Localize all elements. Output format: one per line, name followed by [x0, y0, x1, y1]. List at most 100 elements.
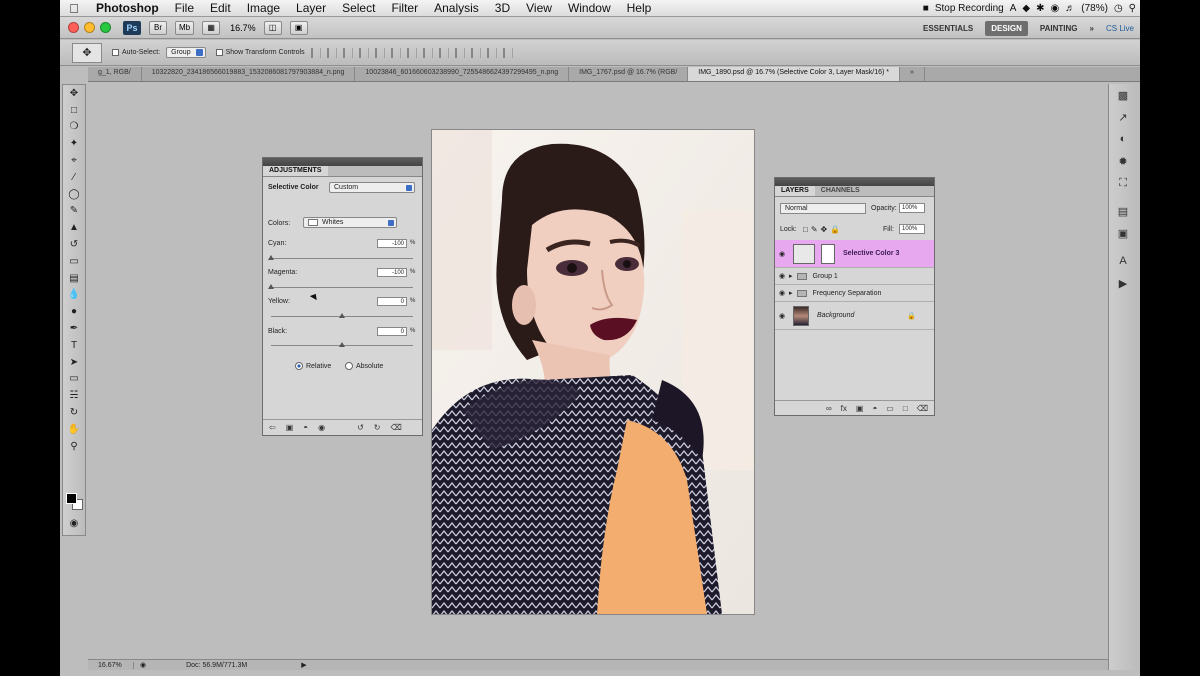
- menu-layer[interactable]: Layer: [288, 1, 334, 15]
- 3d-orbit-tool-icon[interactable]: ↻: [63, 404, 85, 421]
- align-bottom-icon[interactable]: [342, 47, 353, 58]
- bridge-button[interactable]: Br: [149, 20, 167, 35]
- menu-help[interactable]: Help: [619, 1, 660, 15]
- layer-row[interactable]: ◉ Selective Color 3: [775, 240, 934, 268]
- status-menu-icon[interactable]: ▶: [301, 661, 306, 669]
- move-tool-icon[interactable]: ✥: [63, 85, 85, 102]
- distribute-bottom-icon[interactable]: [438, 47, 449, 58]
- brush-tool-icon[interactable]: ✎: [63, 203, 85, 220]
- document-canvas[interactable]: [432, 130, 754, 614]
- blur-tool-icon[interactable]: 💧: [63, 287, 85, 304]
- menu-analysis[interactable]: Analysis: [426, 1, 487, 15]
- distribute-top-icon[interactable]: [406, 47, 417, 58]
- hand-tool-icon[interactable]: ✋: [63, 421, 85, 438]
- dodge-tool-icon[interactable]: ●: [63, 303, 85, 320]
- menu-3d[interactable]: 3D: [487, 1, 518, 15]
- layer-row[interactable]: ◉ ▸ Group 1: [775, 268, 934, 285]
- app-menu[interactable]: Photoshop: [88, 1, 167, 15]
- panel-titlebar[interactable]: [775, 178, 934, 186]
- menu-file[interactable]: File: [167, 1, 202, 15]
- reset-icon[interactable]: ↻: [374, 423, 381, 432]
- doc-tab[interactable]: g_1, RGB/: [88, 67, 142, 81]
- align-right-icon[interactable]: [390, 47, 401, 58]
- align-hcenter-icon[interactable]: [374, 47, 385, 58]
- eraser-tool-icon[interactable]: ▭: [63, 253, 85, 270]
- new-layer-icon[interactable]: □: [903, 404, 908, 413]
- menu-view[interactable]: View: [518, 1, 560, 15]
- return-to-list-icon[interactable]: ⇦: [269, 423, 276, 432]
- doc-tab[interactable]: 10023846_601660603238990_725548662439729…: [355, 67, 570, 81]
- cyan-slider-knob[interactable]: [268, 255, 274, 260]
- quick-select-tool-icon[interactable]: ✦: [63, 135, 85, 152]
- quick-mask-icon[interactable]: ◉: [63, 515, 85, 532]
- menu-image[interactable]: Image: [239, 1, 288, 15]
- status-info-icon[interactable]: ◉: [140, 661, 146, 669]
- tab-layers[interactable]: LAYERS: [775, 186, 815, 196]
- menu-filter[interactable]: Filter: [383, 1, 426, 15]
- distribute-vcenter-icon[interactable]: [422, 47, 433, 58]
- clock-icon[interactable]: ◷: [1114, 3, 1123, 14]
- volume-icon[interactable]: ♬: [1065, 3, 1075, 14]
- fx-icon[interactable]: fx: [841, 404, 847, 413]
- view-extras-button[interactable]: ▦: [202, 20, 221, 35]
- new-group-icon[interactable]: ▭: [886, 404, 894, 413]
- doc-tab[interactable]: IMG_1767.psd @ 16.7% (RGB/: [569, 67, 689, 81]
- eye-icon[interactable]: ◉: [775, 250, 789, 258]
- disclosure-triangle-icon[interactable]: ▸: [789, 272, 793, 280]
- preset-dropdown[interactable]: Custom: [329, 182, 415, 193]
- lasso-tool-icon[interactable]: ❍: [63, 119, 85, 136]
- menu-window[interactable]: Window: [560, 1, 619, 15]
- swatches-icon[interactable]: ✹: [1109, 150, 1137, 172]
- apple-icon[interactable]: : [60, 1, 88, 16]
- magenta-slider-knob[interactable]: [268, 284, 274, 289]
- arrange-docs-button[interactable]: ◫: [263, 20, 282, 35]
- eye-icon[interactable]: ◉: [775, 312, 789, 320]
- histogram-icon[interactable]: ▩: [1109, 84, 1137, 106]
- shape-tool-icon[interactable]: ▭: [63, 371, 85, 388]
- expanded-view-icon[interactable]: ▣: [286, 423, 294, 432]
- eye-icon[interactable]: ◉: [775, 272, 789, 280]
- foreground-color-swatch[interactable]: [66, 493, 77, 504]
- type-tool-icon[interactable]: T: [63, 337, 85, 354]
- path-select-tool-icon[interactable]: ➤: [63, 354, 85, 371]
- crop-tool-icon[interactable]: ⌖: [63, 152, 85, 169]
- spot-healing-tool-icon[interactable]: ◯: [63, 186, 85, 203]
- transform-icon[interactable]: ⛶: [1109, 172, 1137, 194]
- cyan-value-input[interactable]: -100: [377, 239, 407, 248]
- delete-icon[interactable]: ⌫: [391, 423, 402, 432]
- character-icon[interactable]: A: [1109, 250, 1137, 272]
- more-workspaces[interactable]: »: [1090, 24, 1094, 33]
- align-vcenter-icon[interactable]: [326, 47, 337, 58]
- layer-mask-thumbnail[interactable]: [821, 243, 835, 264]
- align-top-icon[interactable]: [310, 47, 321, 58]
- cyan-slider-track[interactable]: [271, 258, 413, 259]
- distribute-hcenter-icon[interactable]: [470, 47, 481, 58]
- tab-adjustments[interactable]: ADJUSTMENTS: [263, 166, 328, 176]
- navigator-icon[interactable]: ↗: [1109, 106, 1137, 128]
- menu-select[interactable]: Select: [334, 1, 383, 15]
- tabs-overflow-icon[interactable]: »: [900, 67, 925, 81]
- dropbox-icon[interactable]: ◆: [1022, 3, 1030, 14]
- cs-live-menu[interactable]: CS Live: [1106, 24, 1134, 33]
- color-icon[interactable]: ◐: [1109, 128, 1137, 150]
- minimize-button[interactable]: [84, 22, 95, 33]
- zoom-tool-icon[interactable]: ⚲: [63, 438, 85, 455]
- pen-tool-icon[interactable]: ✒: [63, 320, 85, 337]
- zoom-level[interactable]: 16.7%: [230, 23, 256, 33]
- clip-to-layer-icon[interactable]: ◓: [303, 423, 308, 432]
- doc-tab-active[interactable]: IMG_1890.psd @ 16.7% (Selective Color 3,…: [688, 67, 901, 81]
- align-left-icon[interactable]: [358, 47, 369, 58]
- auto-select-checkbox[interactable]: Auto-Select:: [112, 49, 160, 56]
- visibility-icon[interactable]: ◉: [318, 423, 325, 432]
- screen-mode-button[interactable]: ▣: [289, 20, 308, 35]
- distribute-right-icon[interactable]: [486, 47, 497, 58]
- colors-dropdown[interactable]: Whites: [303, 217, 397, 228]
- doc-tab[interactable]: 10322820_234186566019883_153208608179790…: [142, 67, 356, 81]
- black-slider-knob[interactable]: [339, 342, 345, 347]
- minibridge-button[interactable]: Mb: [175, 20, 195, 35]
- panel-titlebar[interactable]: [263, 158, 422, 166]
- menu-edit[interactable]: Edit: [202, 1, 239, 15]
- show-transform-checkbox[interactable]: Show Transform Controls: [215, 49, 305, 56]
- distribute-left-icon[interactable]: [454, 47, 465, 58]
- 3d-rotate-tool-icon[interactable]: ☵: [63, 387, 85, 404]
